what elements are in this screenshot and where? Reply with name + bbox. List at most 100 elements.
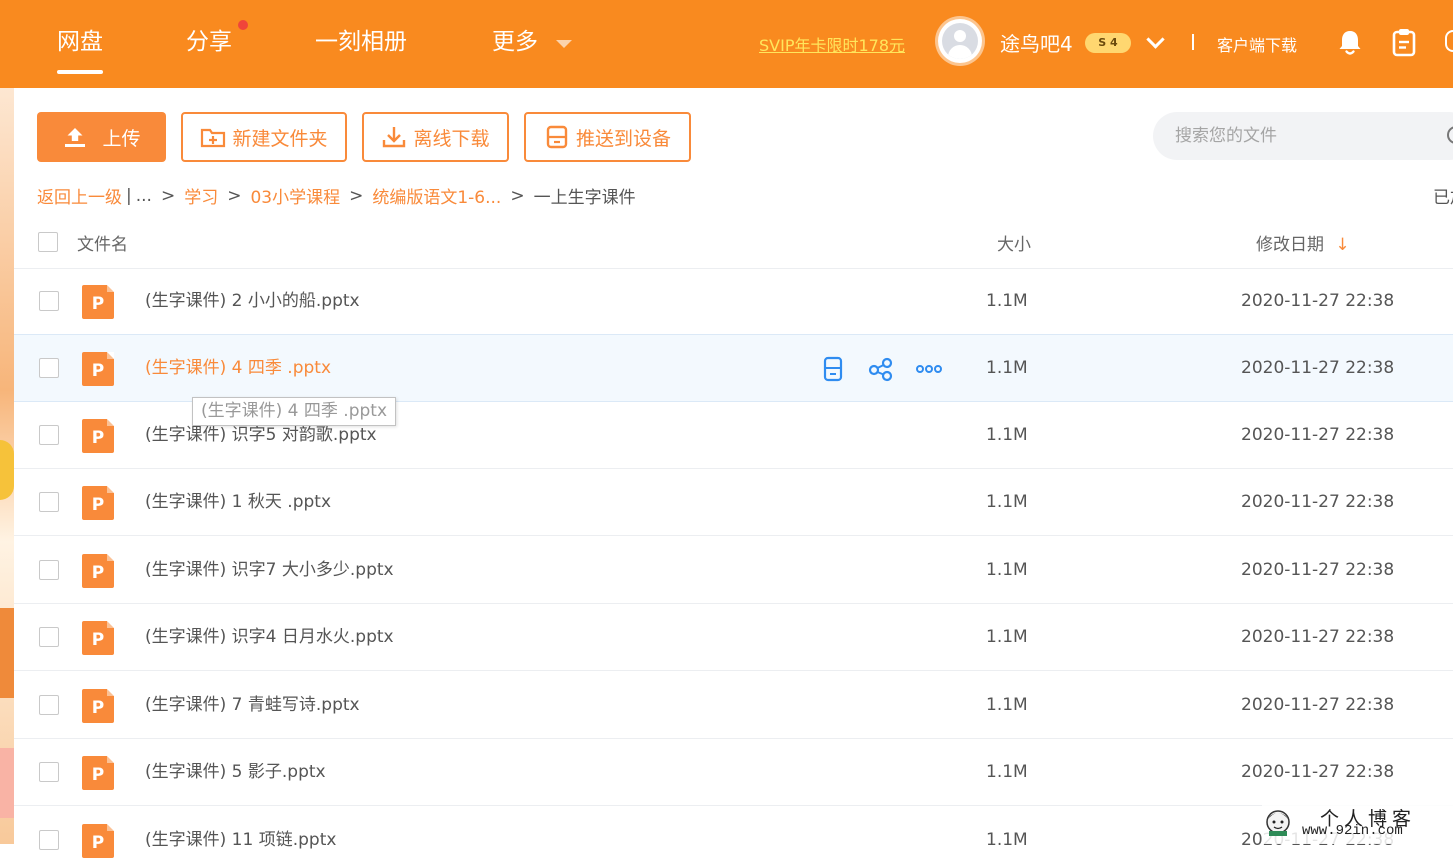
file-size: 1.1M — [986, 425, 1028, 445]
pptx-file-icon: P — [82, 285, 114, 319]
pptx-file-icon: P — [82, 689, 114, 723]
file-name[interactable]: (生字课件) 7 青蛙写诗.pptx — [145, 692, 360, 718]
breadcrumb-item-chinese[interactable]: 统编版语文1-6... — [372, 183, 501, 208]
table-row[interactable]: P (生字课件) 11 项链.pptx 1.1M 2020-11-27 22:3… — [14, 807, 1453, 858]
breadcrumb-separator: > — [227, 185, 242, 206]
chevron-down-icon[interactable] — [1146, 30, 1165, 49]
table-row[interactable]: P (生字课件) 识字4 日月水火.pptx 1.1M 2020-11-27 2… — [14, 604, 1453, 671]
background-decoration — [0, 88, 14, 844]
new-folder-button[interactable]: 新建文件夹 — [181, 112, 347, 162]
pptx-file-icon: P — [82, 352, 114, 386]
feedback-icon[interactable] — [1445, 30, 1453, 52]
row-checkbox[interactable] — [39, 695, 59, 715]
file-date: 2020-11-27 22:38 — [1241, 358, 1395, 378]
file-name[interactable]: (生字课件) 5 影子.pptx — [145, 759, 326, 785]
device-icon — [546, 125, 568, 149]
back-link[interactable]: 返回上一级 — [37, 183, 122, 208]
header-divider — [1192, 34, 1194, 50]
pptx-file-icon: P — [82, 486, 114, 520]
breadcrumb-item-study[interactable]: 学习 — [184, 183, 218, 208]
column-header-date[interactable]: 修改日期 ↓ — [1256, 230, 1350, 255]
upload-icon — [65, 128, 86, 147]
file-name[interactable]: (生字课件) 4 四季 .pptx — [145, 355, 331, 381]
more-options-icon[interactable] — [915, 355, 943, 383]
file-name[interactable]: (生字课件) 识字4 日月水火.pptx — [145, 624, 394, 650]
column-header-name[interactable]: 文件名 — [77, 230, 128, 255]
upload-button[interactable]: 上传 — [37, 112, 166, 162]
upload-label: 上传 — [102, 127, 141, 150]
file-name[interactable]: (生字课件) 11 项链.pptx — [145, 827, 336, 853]
row-checkbox[interactable] — [39, 627, 59, 647]
pptx-file-icon: P — [82, 621, 114, 655]
row-checkbox[interactable] — [39, 492, 59, 512]
row-checkbox[interactable] — [39, 358, 59, 378]
breadcrumb-separator: > — [349, 185, 364, 206]
loaded-count-text: 已加 — [1433, 188, 1453, 208]
breadcrumb-item-primary-course[interactable]: 03小学课程 — [250, 183, 340, 208]
pptx-file-icon: P — [82, 756, 114, 790]
vip-level-badge: S 4 — [1085, 33, 1131, 53]
table-row[interactable]: P (生字课件) 识字7 大小多少.pptx 1.1M 2020-11-27 2… — [14, 537, 1453, 604]
offline-download-label: 离线下载 — [413, 127, 490, 150]
tab-album[interactable]: 一刻相册 — [315, 26, 407, 58]
file-name[interactable]: (生字课件) 1 秋天 .pptx — [145, 489, 331, 515]
file-size: 1.1M — [986, 560, 1028, 580]
table-row[interactable]: P (生字课件) 7 青蛙写诗.pptx 1.1M 2020-11-27 22:… — [14, 672, 1453, 739]
bell-icon[interactable] — [1337, 28, 1363, 56]
row-checkbox[interactable] — [39, 560, 59, 580]
row-checkbox[interactable] — [39, 291, 59, 311]
breadcrumb: 返回上一级 | ... > 学习 > 03小学课程 > 统编版语文1-6... … — [37, 183, 636, 209]
pptx-file-icon: P — [82, 554, 114, 588]
tab-share[interactable]: 分享 — [186, 26, 232, 58]
tab-more[interactable]: 更多 — [492, 26, 538, 58]
avatar[interactable] — [938, 19, 982, 63]
breadcrumb-separator: > — [510, 185, 525, 206]
download-icon — [383, 127, 406, 148]
file-name[interactable]: (生字课件) 2 小小的船.pptx — [145, 288, 360, 314]
push-device-icon[interactable] — [819, 355, 847, 383]
search-input[interactable] — [1153, 112, 1453, 160]
row-checkbox[interactable] — [39, 425, 59, 445]
push-to-device-label: 推送到设备 — [575, 127, 671, 150]
file-date: 2020-11-27 22:38 — [1241, 627, 1395, 647]
push-to-device-button[interactable]: 推送到设备 — [524, 112, 691, 162]
folder-plus-icon — [201, 128, 226, 148]
table-row[interactable]: P (生字课件) 4 四季 .pptx 1.1M 2020-11-27 22:3… — [14, 334, 1453, 402]
watermark-face-icon — [1266, 810, 1290, 836]
breadcrumb-separator: > — [160, 185, 176, 206]
row-checkbox[interactable] — [39, 830, 59, 850]
table-row[interactable]: P (生字课件) 5 影子.pptx 1.1M 2020-11-27 22:38 — [14, 739, 1453, 806]
share-icon[interactable] — [867, 355, 895, 383]
clipboard-icon[interactable] — [1391, 27, 1417, 57]
table-row[interactable]: P (生字课件) 2 小小的船.pptx 1.1M 2020-11-27 22:… — [14, 268, 1453, 335]
file-date: 2020-11-27 22:38 — [1241, 762, 1395, 782]
file-date: 2020-11-27 22:38 — [1241, 492, 1395, 512]
breadcrumb-ellipsis[interactable]: ... — [136, 186, 152, 206]
row-checkbox[interactable] — [39, 762, 59, 782]
watermark: 个人博客 www.92in.com — [1262, 804, 1453, 844]
breadcrumb-current: 一上生字课件 — [533, 188, 636, 208]
file-size: 1.1M — [986, 627, 1028, 647]
column-header-size[interactable]: 大小 — [997, 230, 1031, 255]
file-date: 2020-11-27 22:38 — [1241, 560, 1395, 580]
tab-netdisk[interactable]: 网盘 — [57, 26, 103, 74]
offline-download-button[interactable]: 离线下载 — [362, 112, 509, 162]
client-download-link[interactable]: 客户端下载 — [1217, 32, 1297, 56]
svip-promo-link[interactable]: SVIP年卡限时178元 — [759, 32, 905, 56]
file-size: 1.1M — [986, 695, 1028, 715]
username[interactable]: 途鸟吧4 — [1000, 28, 1073, 57]
top-header: 网盘 分享 一刻相册 更多 SVIP年卡限时178元 途鸟吧4 S 4 客户端下… — [0, 0, 1453, 88]
file-date: 2020-11-27 22:38 — [1241, 425, 1395, 445]
table-row[interactable]: P (生字课件) 1 秋天 .pptx 1.1M 2020-11-27 22:3… — [14, 469, 1453, 536]
file-name[interactable]: (生字课件) 识字7 大小多少.pptx — [145, 557, 394, 583]
select-all-checkbox[interactable] — [38, 232, 58, 252]
sort-arrow-icon: ↓ — [1335, 235, 1350, 255]
caret-down-icon[interactable] — [556, 40, 572, 48]
filename-tooltip: (生字课件) 4 四季 .pptx — [192, 397, 397, 426]
new-folder-label: 新建文件夹 — [232, 127, 328, 150]
pptx-file-icon: P — [82, 419, 114, 453]
file-size: 1.1M — [986, 358, 1028, 378]
breadcrumb-divider: | — [126, 185, 132, 206]
pptx-file-icon: P — [82, 824, 114, 858]
notification-dot — [238, 20, 248, 30]
